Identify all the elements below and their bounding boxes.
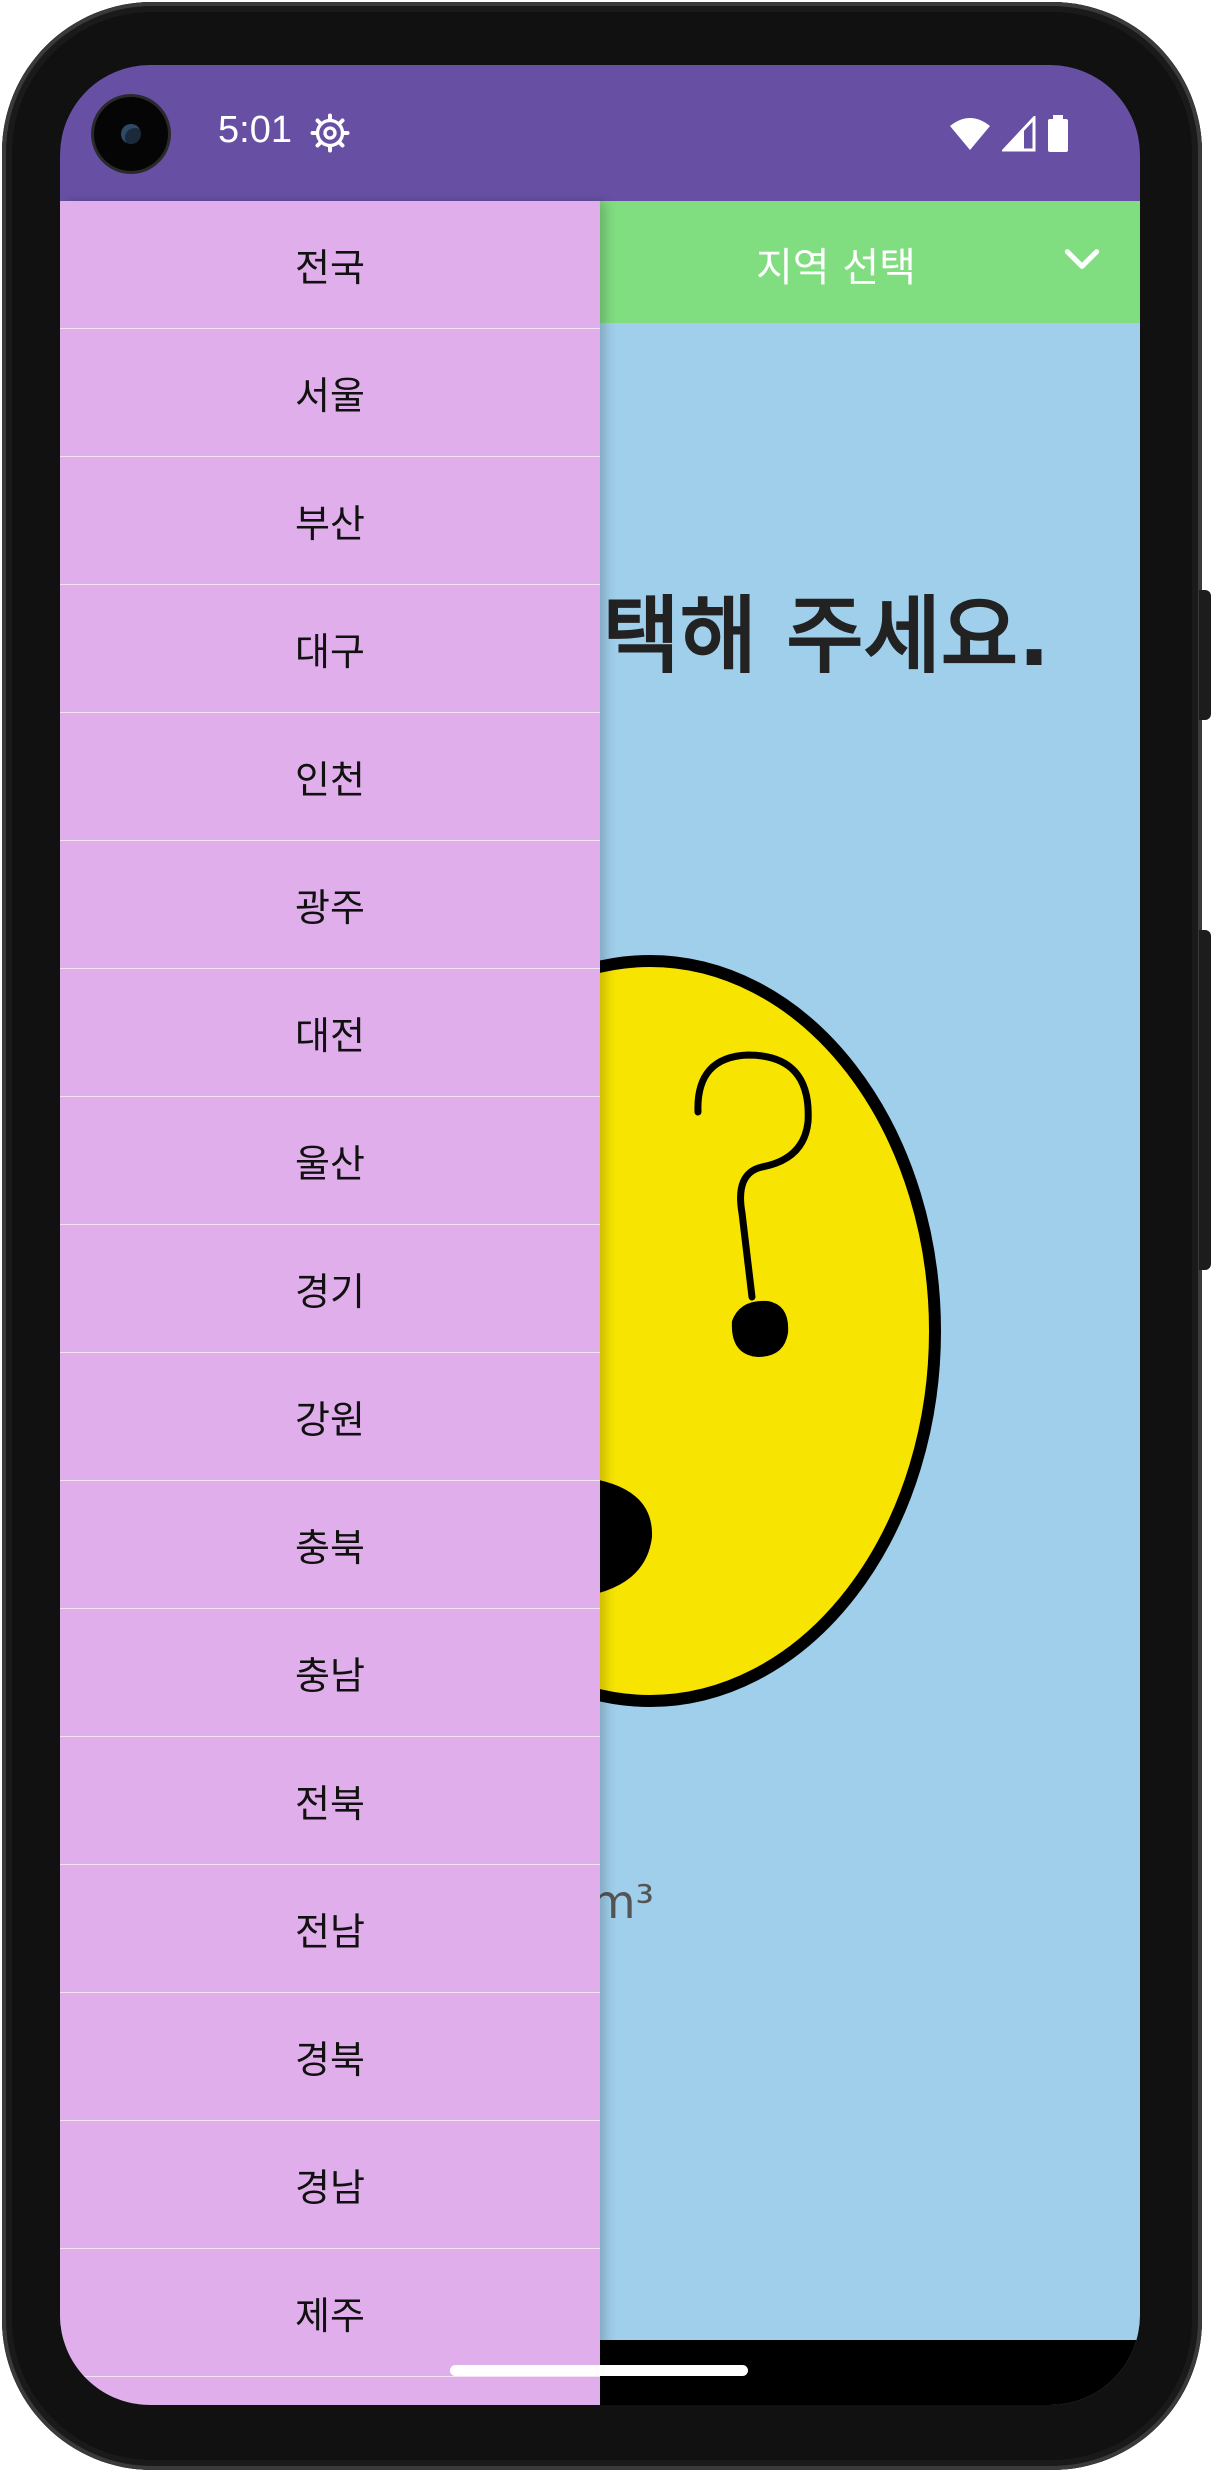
status-icons xyxy=(948,115,1070,153)
drawer-item-ulsan[interactable]: 울산 xyxy=(60,1097,600,1225)
battery-icon xyxy=(1048,115,1068,152)
drawer-item-gwangju[interactable]: 광주 xyxy=(60,841,600,969)
prompt-text: 택해 주세요. xyxy=(602,587,1050,685)
region-drawer: 전국 서울 부산 대구 인천 광주 대전 울산 경기 강원 충북 충남 전북 전… xyxy=(60,201,600,2405)
drawer-item-jeonbuk[interactable]: 전북 xyxy=(60,1737,600,1865)
drawer-item-gangwon[interactable]: 강원 xyxy=(60,1353,600,1481)
region-selector-label: 지역 선택 xyxy=(756,245,916,291)
phone-frame: 5:01 지역 선택 택해 주세요. 전국 서울 부산 대구 인천 광주 대전 … xyxy=(0,0,1211,2474)
drawer-item-busan[interactable]: 부산 xyxy=(60,457,600,585)
power-button xyxy=(1199,930,1211,1270)
settings-icon xyxy=(310,113,350,153)
drawer-item-chungbuk[interactable]: 충북 xyxy=(60,1481,600,1609)
home-indicator[interactable] xyxy=(450,2365,748,2376)
drawer-item-gyeongnam[interactable]: 경남 xyxy=(60,2121,600,2249)
chevron-down-icon[interactable] xyxy=(1060,237,1104,281)
wifi-icon xyxy=(950,118,990,150)
front-camera xyxy=(94,97,168,171)
drawer-item-seoul[interactable]: 서울 xyxy=(60,329,600,457)
volume-button xyxy=(1199,590,1211,720)
drawer-item-jeonnam[interactable]: 전남 xyxy=(60,1865,600,1993)
drawer-item-jeju[interactable]: 제주 xyxy=(60,2249,600,2377)
status-bar: 5:01 xyxy=(60,65,1140,201)
cell-signal-icon xyxy=(1002,116,1036,152)
drawer-item-daejeon[interactable]: 대전 xyxy=(60,969,600,1097)
drawer-item-gyeongbuk[interactable]: 경북 xyxy=(60,1993,600,2121)
drawer-item-nationwide[interactable]: 전국 xyxy=(60,201,600,329)
screen: 5:01 지역 선택 택해 주세요. 전국 서울 부산 대구 인천 광주 대전 … xyxy=(60,65,1140,2405)
drawer-item-gyeonggi[interactable]: 경기 xyxy=(60,1225,600,1353)
status-time: 5:01 xyxy=(218,109,292,151)
drawer-item-chungnam[interactable]: 충남 xyxy=(60,1609,600,1737)
drawer-item-daegu[interactable]: 대구 xyxy=(60,585,600,713)
drawer-item-incheon[interactable]: 인천 xyxy=(60,713,600,841)
